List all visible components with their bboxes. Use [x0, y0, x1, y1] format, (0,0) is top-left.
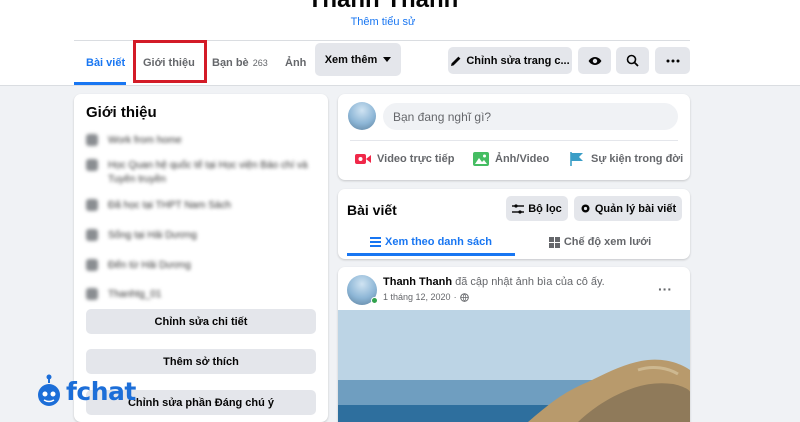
- post-more-icon[interactable]: ···: [658, 281, 672, 297]
- tab-more-label: Xem thêm: [324, 53, 378, 66]
- online-status-dot: [371, 297, 378, 304]
- intro-school-text: Đã học tại THPT Nam Sách: [108, 200, 232, 211]
- manage-posts-button[interactable]: Quản lý bài viết: [574, 196, 682, 221]
- post-header: Thanh Thanh đã cập nhật ảnh bìa của cô ấ…: [383, 276, 605, 288]
- highlight-box: [133, 40, 207, 83]
- list-icon: [370, 237, 381, 247]
- logo-text: fchat: [66, 376, 136, 406]
- manage-posts-label: Quản lý bài viết: [594, 202, 677, 215]
- chevron-down-icon: [383, 57, 392, 62]
- intro-row-study: Học Quan hệ quốc tế tại Học viện Báo chí…: [86, 159, 318, 187]
- post-meta: 1 tháng 12, 2020 ·: [383, 292, 469, 302]
- more-options-button[interactable]: [655, 47, 690, 74]
- intro-from-text: Đến từ Hải Dương: [108, 260, 191, 271]
- photo-icon: [473, 152, 489, 166]
- filter-icon: [512, 203, 525, 214]
- graduation-cap-icon: [86, 159, 98, 171]
- search-icon: [626, 54, 639, 67]
- grid-icon: [548, 236, 560, 248]
- intro-lives-text: Sống tại Hải Dương: [108, 230, 197, 241]
- search-button[interactable]: [616, 47, 649, 74]
- tab-friends-label: Bạn bè: [212, 57, 249, 69]
- edit-page-button[interactable]: Chỉnh sửa trang c...: [448, 47, 572, 74]
- tab-friends[interactable]: Bạn bè 263: [212, 41, 268, 85]
- add-hobbies-button[interactable]: Thêm sở thích: [86, 349, 316, 374]
- graduation-cap-icon: [86, 199, 98, 211]
- intro-work-text: Work from home: [108, 135, 182, 146]
- filter-label: Bộ lọc: [528, 202, 562, 215]
- grid-view-label: Chế độ xem lưới: [563, 236, 652, 248]
- add-bio-link[interactable]: Thêm tiểu sử: [0, 16, 766, 28]
- eye-icon: [588, 56, 601, 65]
- tab-grid-view[interactable]: Chế độ xem lưới: [516, 230, 684, 254]
- edit-page-label: Chỉnh sửa trang c...: [466, 54, 570, 67]
- avatar[interactable]: [348, 102, 376, 130]
- fchat-robot-icon: [38, 374, 60, 406]
- tab-posts-label: Bài viết: [86, 57, 126, 69]
- home-icon: [86, 229, 98, 241]
- post-author-name[interactable]: Thanh Thanh: [383, 276, 452, 288]
- pencil-icon: [451, 56, 461, 66]
- post-composer-input[interactable]: Bạn đang nghĩ gì?: [383, 103, 678, 130]
- tab-more[interactable]: Xem thêm: [315, 43, 401, 76]
- intro-study-text: Học Quan hệ quốc tế tại Học viện Báo chí…: [108, 160, 308, 185]
- life-event-button[interactable]: Sự kiện trong đời: [569, 149, 683, 169]
- profile-name: Thanh Thanh: [0, 0, 766, 14]
- tab-photos-label: Ảnh: [285, 57, 307, 69]
- tab-list-view[interactable]: Xem theo danh sách: [347, 230, 515, 254]
- edit-details-button[interactable]: Chỉnh sửa chi tiết: [86, 309, 316, 334]
- cover-photo[interactable]: [338, 310, 690, 422]
- post-action-text: đã cập nhật ảnh bìa của cô ấy.: [455, 276, 605, 288]
- composer-divider: [350, 140, 678, 141]
- video-camera-icon: [355, 154, 371, 164]
- photo-video-button[interactable]: Ảnh/Video: [473, 149, 549, 169]
- life-event-label: Sự kiện trong đời: [591, 153, 684, 165]
- briefcase-icon: [86, 134, 98, 146]
- tab-photos[interactable]: Ảnh: [285, 41, 306, 85]
- fchat-logo: fchat: [36, 374, 136, 408]
- live-video-label: Video trực tiếp: [377, 153, 455, 165]
- tab-posts[interactable]: Bài viết: [86, 41, 125, 85]
- gear-icon: [581, 204, 590, 213]
- intro-row-instagram[interactable]: Thanhtg_01: [86, 288, 161, 302]
- flag-icon: [570, 152, 583, 166]
- intro-row-lives: Sống tại Hải Dương: [86, 229, 197, 243]
- intro-row-school: Đã học tại THPT Nam Sách: [86, 199, 231, 213]
- globe-icon: [459, 292, 469, 302]
- post-date[interactable]: 1 tháng 12, 2020: [383, 292, 451, 302]
- intro-instagram-text[interactable]: Thanhtg_01: [108, 288, 161, 302]
- live-video-button[interactable]: Video trực tiếp: [355, 149, 454, 169]
- location-pin-icon: [86, 259, 98, 271]
- active-view-underline: [347, 253, 515, 256]
- friends-count: 263: [252, 58, 268, 68]
- intro-row-work: Work from home: [86, 134, 182, 148]
- posts-title: Bài viết: [347, 202, 397, 218]
- filter-button[interactable]: Bộ lọc: [506, 196, 568, 221]
- meta-separator: ·: [453, 292, 457, 302]
- active-tab-underline: [74, 82, 126, 85]
- cover-photo-image: [338, 310, 690, 422]
- ellipsis-icon: [666, 59, 679, 62]
- instagram-icon: [86, 288, 98, 300]
- intro-title: Giới thiệu: [86, 104, 157, 121]
- photo-video-label: Ảnh/Video: [495, 153, 550, 165]
- intro-row-from: Đến từ Hải Dương: [86, 259, 191, 273]
- list-view-label: Xem theo danh sách: [385, 236, 492, 248]
- view-as-button[interactable]: [578, 47, 611, 74]
